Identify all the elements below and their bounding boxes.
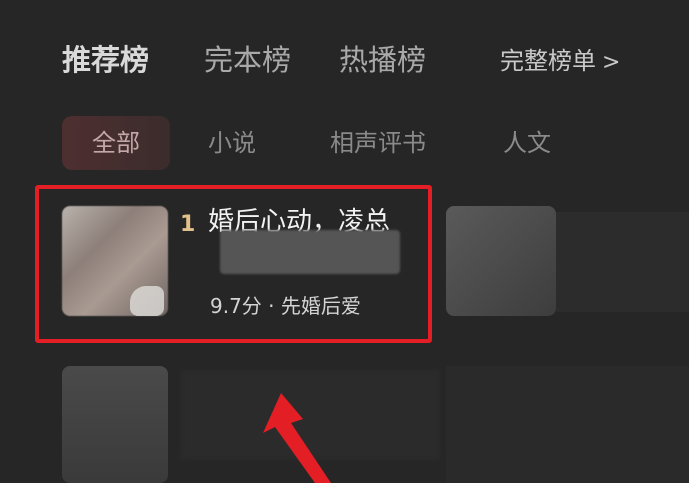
highlight-box (35, 185, 432, 343)
category-humanities[interactable]: 人文 (503, 116, 551, 170)
full-list-label: 完整榜单 (500, 47, 596, 75)
red-arrow-icon (263, 393, 331, 483)
side-book-cover[interactable] (446, 206, 556, 316)
tab-recommend-rank[interactable]: 推荐榜 (62, 40, 149, 80)
side-blurred-item (556, 212, 689, 312)
bottom-right-blurred-item (446, 366, 689, 483)
tab-hot-rank[interactable]: 热播榜 (339, 40, 426, 80)
category-all[interactable]: 全部 (62, 116, 170, 170)
category-novel[interactable]: 小说 (208, 116, 256, 170)
chevron-right-icon: > (602, 50, 621, 75)
full-list-link[interactable]: 完整榜单 > (500, 44, 620, 80)
bottom-book-cover[interactable] (62, 366, 168, 483)
tab-completed-rank[interactable]: 完本榜 (204, 40, 291, 80)
category-crosstalk[interactable]: 相声评书 (330, 116, 426, 170)
